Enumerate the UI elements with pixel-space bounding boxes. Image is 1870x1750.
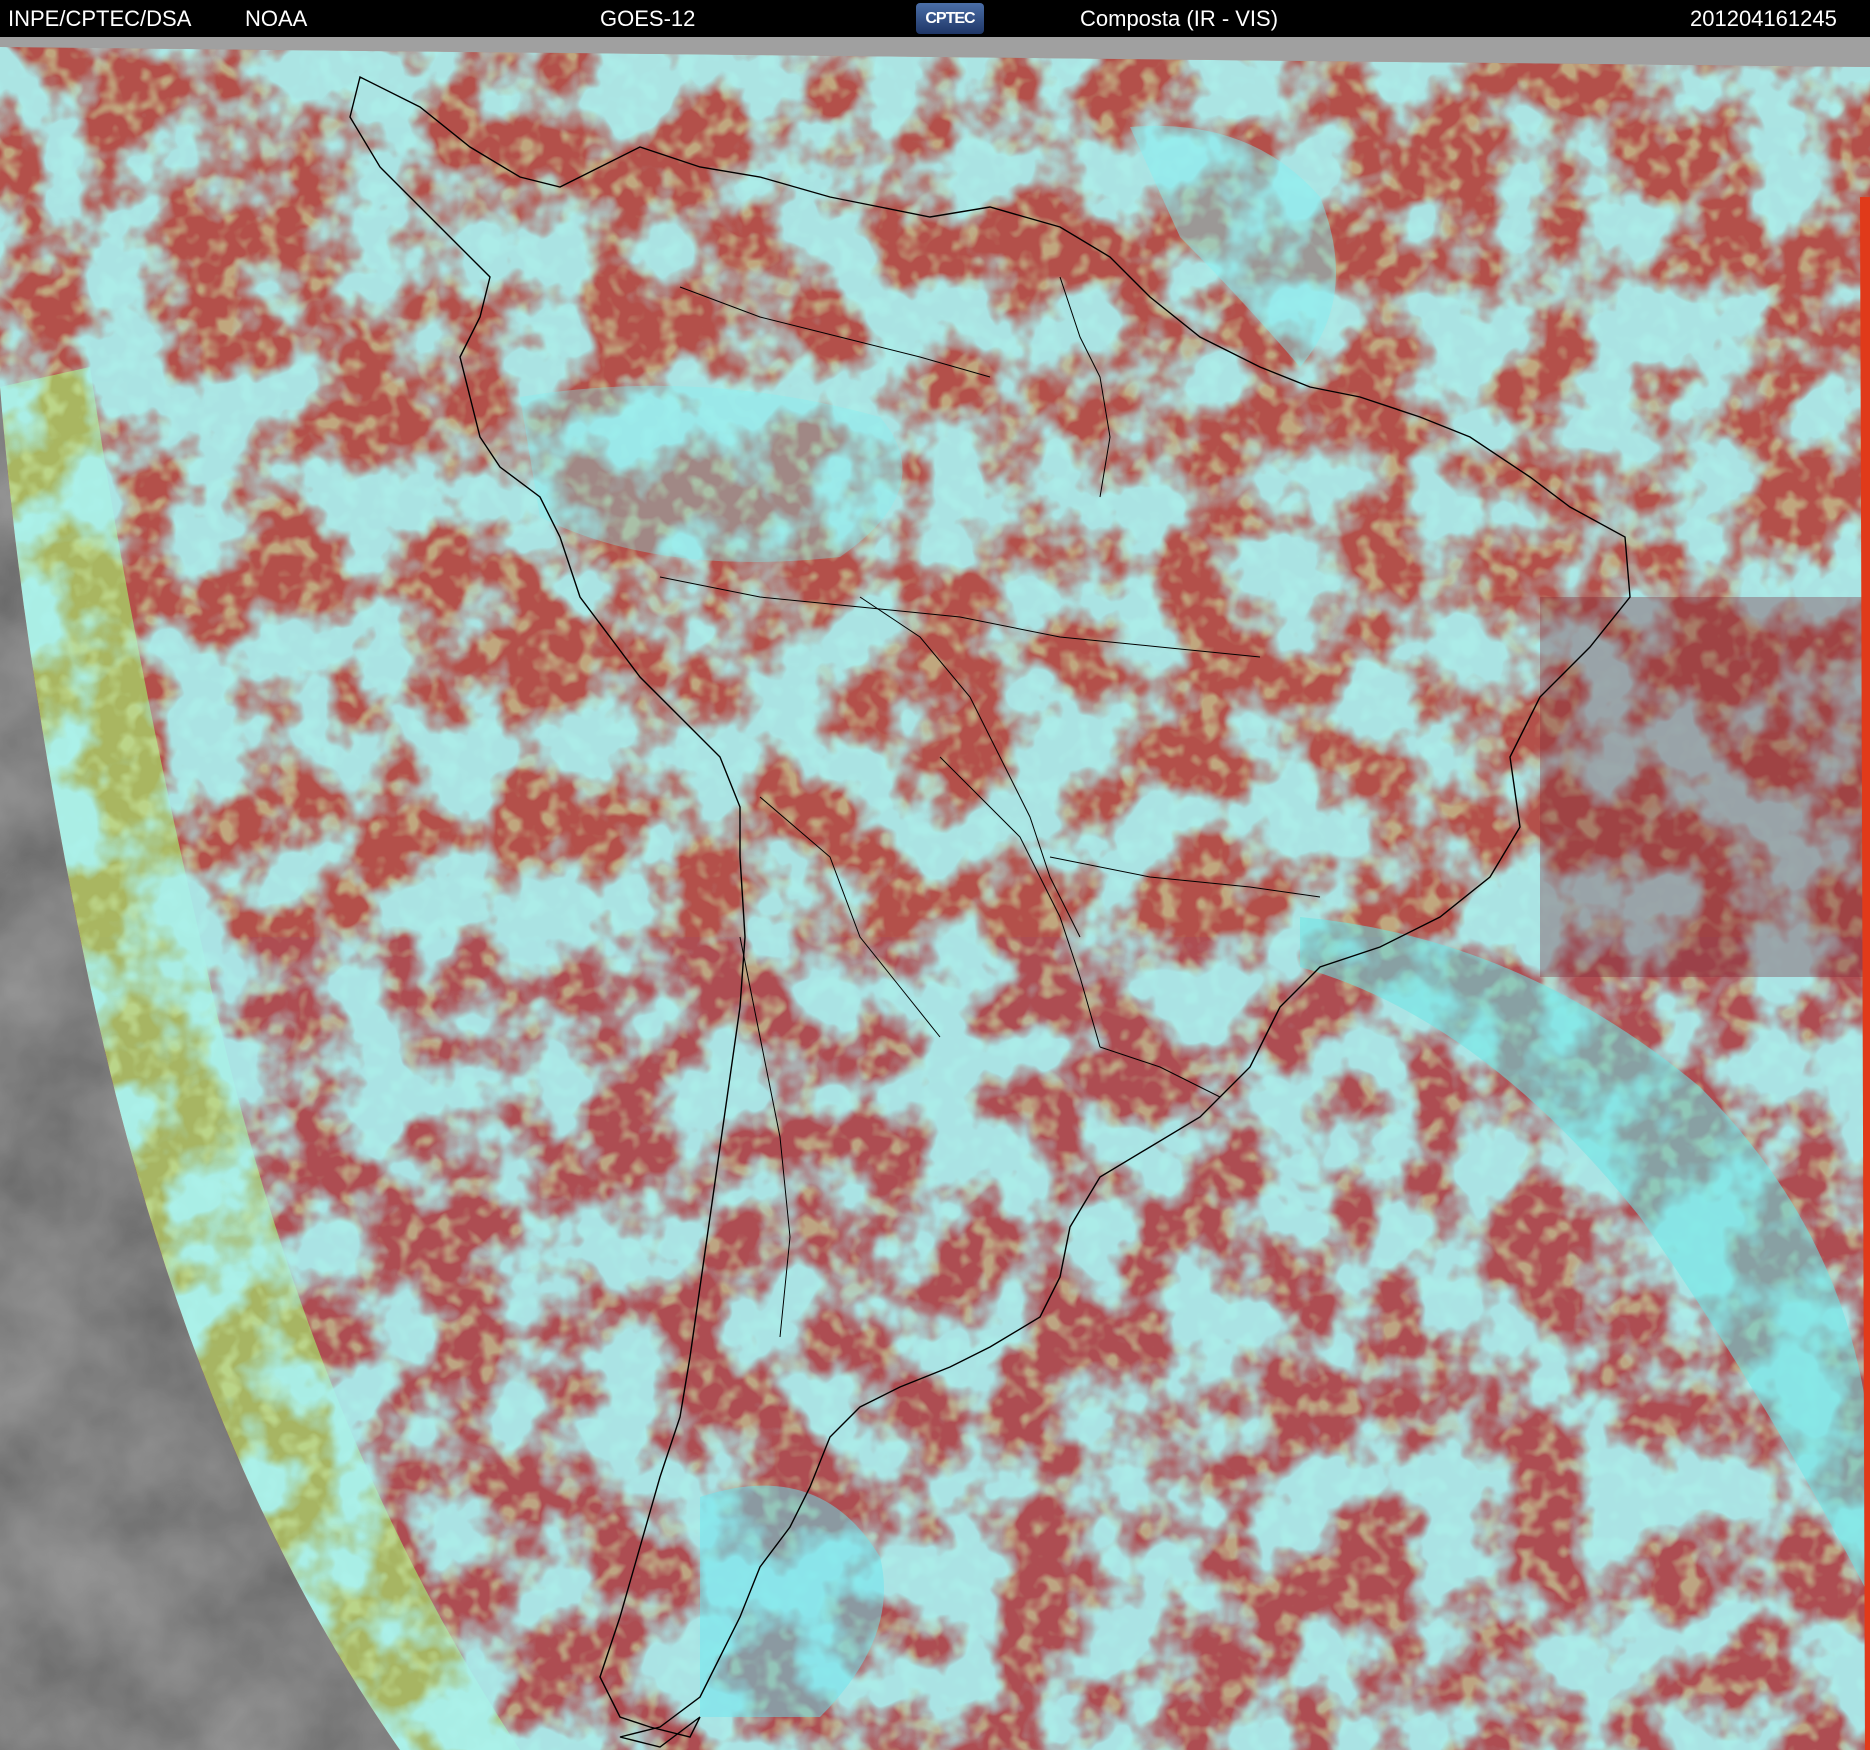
- timestamp-label: 201204161245: [1690, 6, 1837, 31]
- product-label: Composta (IR - VIS): [1080, 6, 1279, 31]
- cptec-logo: CPTEC: [916, 3, 984, 34]
- agency-label: NOAA: [245, 6, 308, 31]
- satellite-label: GOES-12: [600, 6, 696, 31]
- source-label: INPE/CPTEC/DSA: [8, 6, 192, 31]
- composite-disk: [0, 47, 1870, 1750]
- header-bar: INPE/CPTEC/DSA NOAA GOES-12 CPTEC Compos…: [0, 0, 1870, 37]
- satellite-image: [0, 37, 1870, 1750]
